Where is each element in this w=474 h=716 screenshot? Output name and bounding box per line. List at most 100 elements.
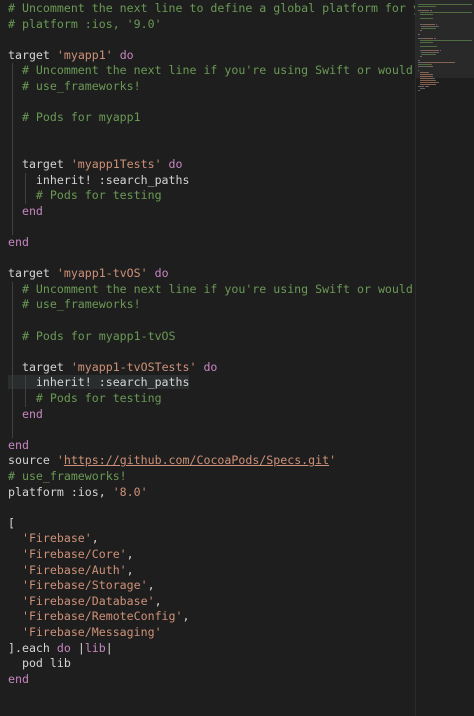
- code-line[interactable]: # Uncomment the next line if you're usin…: [8, 63, 415, 79]
- code-token: 'myapp1Tests': [70, 157, 162, 171]
- code-token: source: [8, 453, 57, 468]
- code-line[interactable]: 'Firebase/Messaging': [8, 625, 162, 641]
- minimap-line: [431, 76, 433, 78]
- minimap-line: [422, 86, 425, 88]
- code-token: do: [161, 157, 183, 171]
- minimap-line: [421, 26, 439, 28]
- minimap-line: [431, 74, 433, 76]
- code-token: platform :ios,: [8, 484, 113, 499]
- minimap-line: [418, 66, 430, 68]
- code-token: ,: [154, 593, 162, 608]
- code-editor[interactable]: # Uncomment the next line to define a gl…: [0, 0, 415, 716]
- minimap-line: [424, 24, 435, 26]
- code-token: # platform :ios, '9.0': [8, 16, 162, 31]
- code-token: inherit! :search_paths: [8, 375, 190, 390]
- code-token: inherit! :search_paths: [8, 172, 190, 187]
- minimap-line: [419, 46, 438, 48]
- code-token: 'Firebase/Core': [8, 547, 127, 561]
- code-line[interactable]: # Pods for myapp1: [8, 110, 141, 126]
- code-line[interactable]: platform :ios, '8.0': [8, 485, 148, 501]
- minimap-line: [419, 18, 434, 20]
- code-token: pod lib: [8, 656, 71, 671]
- minimap-line: [421, 28, 436, 30]
- code-line[interactable]: target 'myapp1-tvOSTests' do: [8, 360, 217, 376]
- code-line[interactable]: target 'myapp1-tvOS' do: [8, 266, 169, 282]
- minimap-line: [419, 78, 434, 80]
- minimap-line: [430, 10, 432, 12]
- minimap-line: [418, 4, 472, 6]
- code-line[interactable]: end: [8, 235, 29, 251]
- code-token: 'Firebase/Messaging': [8, 625, 162, 639]
- code-token: ': [56, 453, 64, 468]
- code-line[interactable]: pod lib: [8, 656, 71, 672]
- code-token: |: [105, 640, 113, 655]
- code-token: ,: [147, 578, 155, 593]
- code-line[interactable]: 'Firebase/Core',: [8, 547, 134, 563]
- code-line[interactable]: # Pods for testing: [8, 391, 162, 407]
- code-line[interactable]: # Pods for myapp1-tvOS: [8, 329, 176, 345]
- code-line[interactable]: # Pods for testing: [8, 188, 162, 204]
- code-token: # Pods for myapp1-tvOS: [8, 328, 176, 343]
- code-token: # Uncomment the next line if you're usin…: [21, 63, 413, 78]
- code-token: ,: [182, 609, 190, 624]
- indent-guide: [25, 375, 26, 407]
- code-token: ': [329, 453, 337, 468]
- code-token: 'Firebase/Storage': [8, 578, 148, 593]
- code-line[interactable]: source 'https://github.com/CocoaPods/Spe…: [8, 453, 336, 469]
- code-token: 'Firebase/Auth': [8, 562, 127, 577]
- code-line[interactable]: # use_frameworks!: [8, 297, 141, 313]
- code-line[interactable]: end: [8, 438, 29, 454]
- code-line[interactable]: 'Firebase/Auth',: [8, 563, 134, 579]
- code-token: ,: [126, 562, 134, 577]
- code-line[interactable]: target 'myapp1' do: [8, 48, 134, 64]
- code-line[interactable]: inherit! :search_paths: [8, 375, 190, 391]
- minimap-line: [419, 84, 436, 86]
- code-line[interactable]: # platform :ios, '9.0': [8, 17, 162, 33]
- code-token: end: [8, 437, 29, 452]
- code-line[interactable]: # use_frameworks!: [8, 79, 141, 95]
- minimap-line: [419, 40, 472, 42]
- code-token: end: [8, 406, 43, 421]
- code-line[interactable]: # Uncomment the next line if you're usin…: [8, 282, 415, 298]
- minimap-line: [439, 50, 442, 52]
- minimap-line: [418, 64, 432, 66]
- minimap-line: [419, 30, 422, 32]
- code-token: do: [56, 640, 71, 655]
- code-token: https://github.com/CocoaPods/Specs.git: [63, 453, 330, 468]
- code-token: 'myapp1': [56, 47, 113, 62]
- code-line[interactable]: # use_frameworks!: [8, 469, 127, 485]
- code-token: # Pods for testing: [8, 391, 162, 405]
- minimap-line: [422, 10, 430, 12]
- minimap-line: [418, 70, 419, 72]
- code-line[interactable]: end: [8, 672, 29, 688]
- code-token: 'myapp1-tvOS': [56, 266, 148, 281]
- code-token: # use_frameworks!: [8, 469, 127, 483]
- code-line[interactable]: end: [8, 204, 43, 220]
- code-token: 'Firebase/RemoteConfig': [8, 609, 183, 624]
- minimap-line: [418, 34, 421, 36]
- code-token: # use_frameworks!: [8, 297, 141, 312]
- code-line[interactable]: # Uncomment the next line to define a gl…: [8, 1, 415, 17]
- code-line[interactable]: inherit! :search_paths: [8, 172, 190, 189]
- code-token: end: [8, 235, 29, 249]
- code-line[interactable]: end: [8, 407, 43, 423]
- code-token: do: [112, 47, 134, 62]
- code-line[interactable]: ].each do |lib|: [8, 641, 113, 657]
- code-line[interactable]: [: [8, 516, 15, 532]
- minimap-line: [423, 62, 454, 64]
- code-token: |: [70, 640, 85, 655]
- minimap-line: [419, 82, 438, 84]
- minimap[interactable]: [415, 0, 474, 716]
- minimap-line: [434, 78, 435, 80]
- minimap-line: [421, 54, 436, 56]
- code-token: target: [8, 266, 57, 281]
- code-line[interactable]: 'Firebase/Storage',: [8, 578, 155, 594]
- minimap-line: [424, 50, 439, 52]
- minimap-line: [419, 74, 432, 76]
- minimap-line: [419, 14, 434, 16]
- code-line[interactable]: 'Firebase/Database',: [8, 594, 162, 610]
- code-line[interactable]: 'Firebase',: [8, 531, 99, 547]
- code-line[interactable]: 'Firebase/RemoteConfig',: [8, 609, 190, 625]
- code-line[interactable]: target 'myapp1Tests' do: [8, 157, 183, 173]
- minimap-line: [419, 56, 422, 58]
